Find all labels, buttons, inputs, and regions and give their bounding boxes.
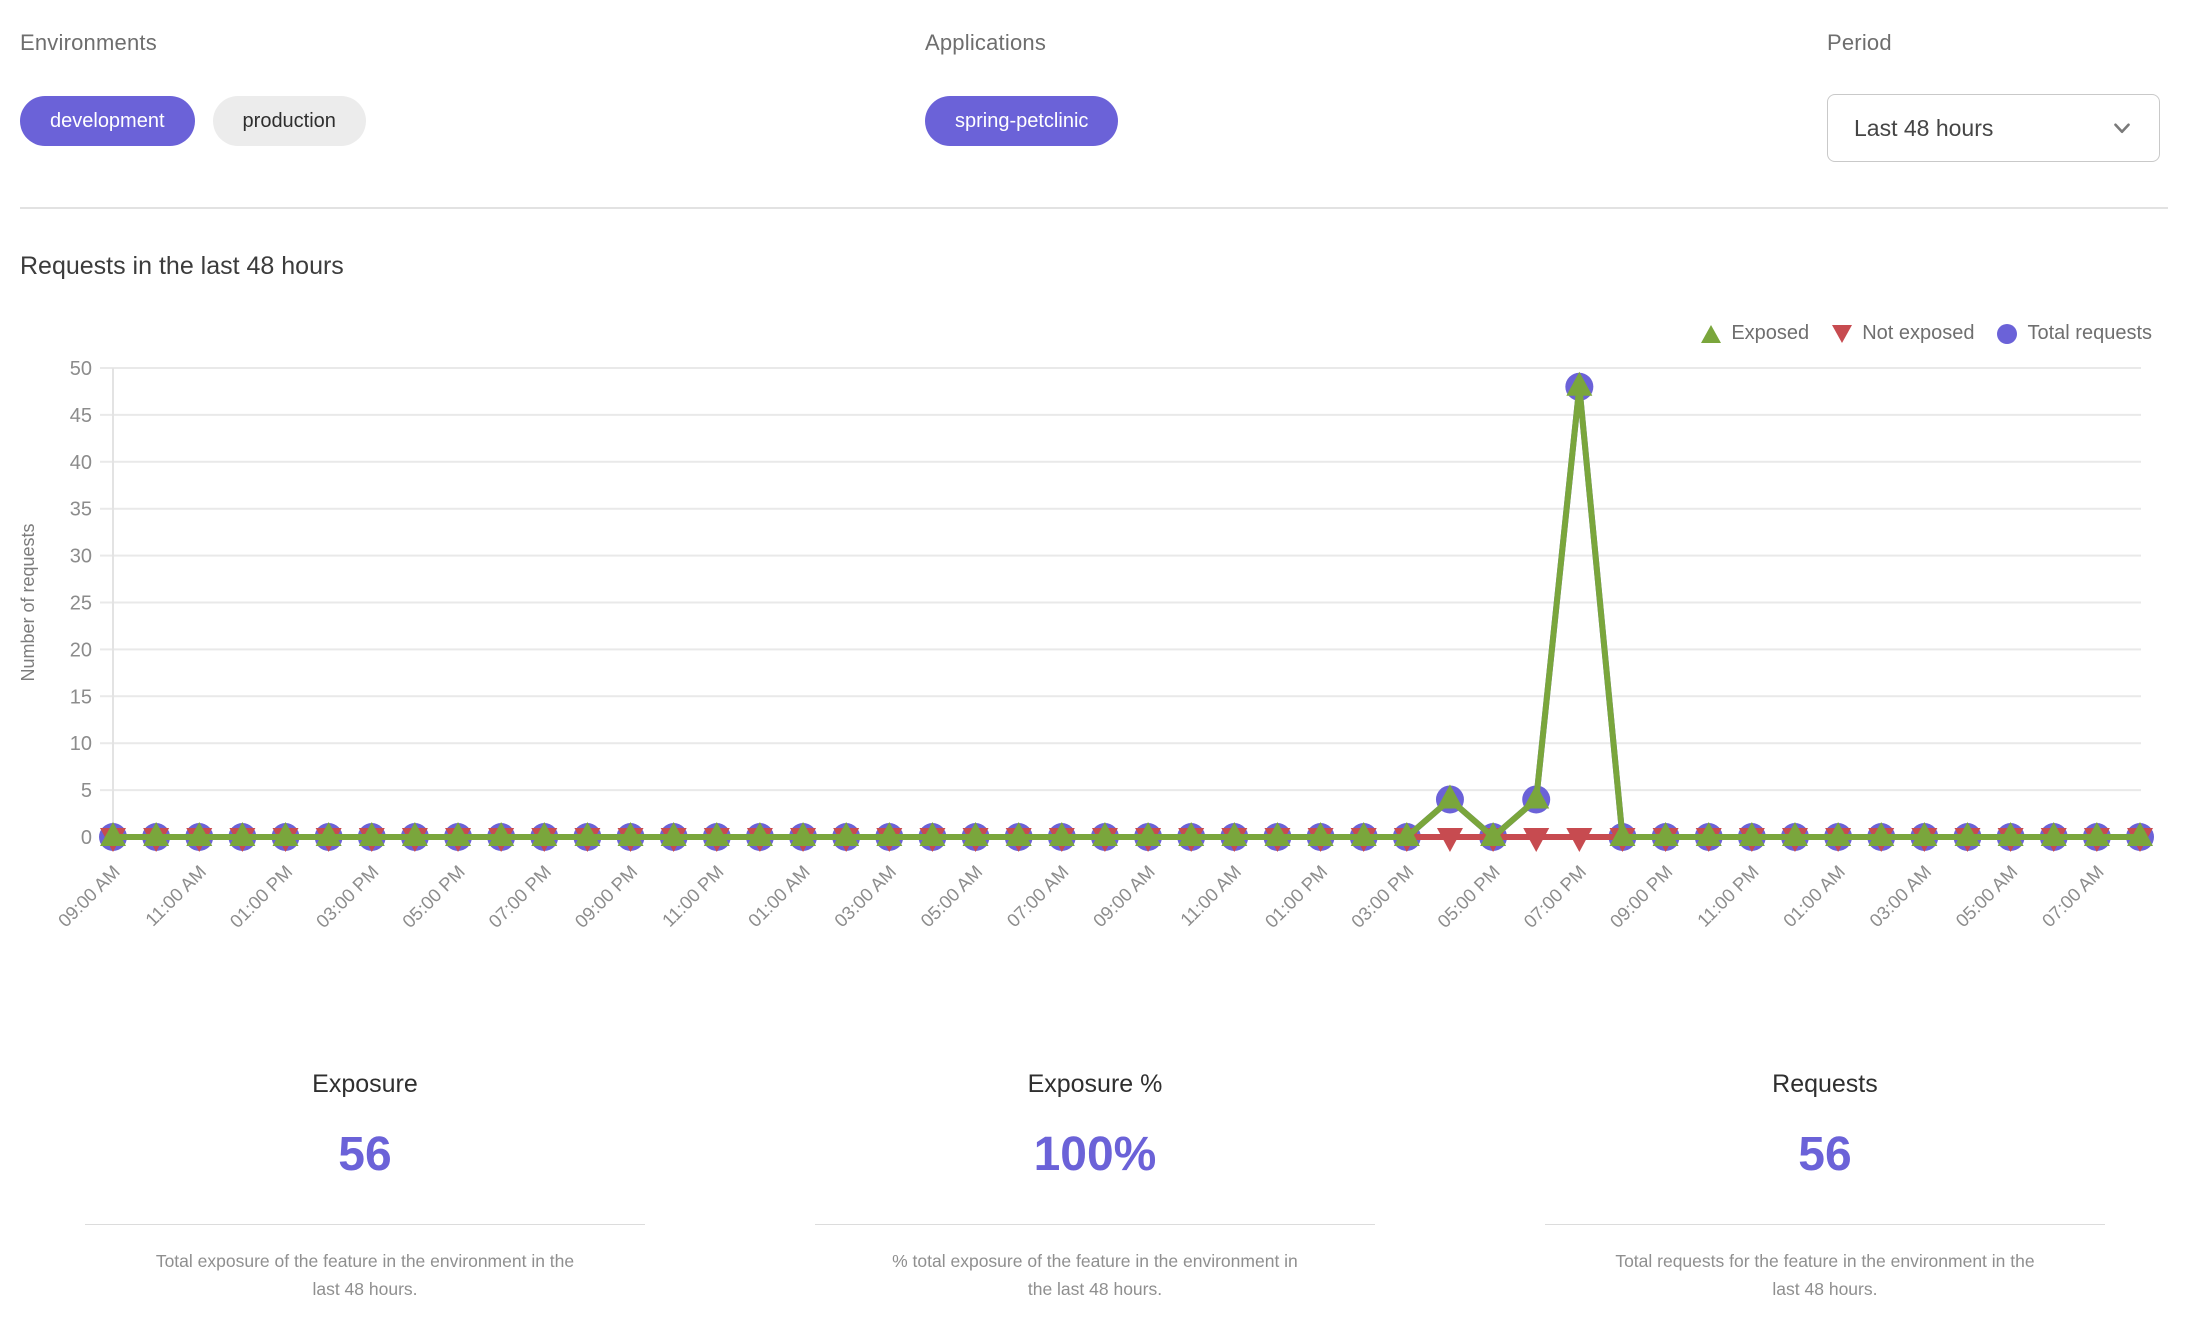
svg-text:09:00 AM: 09:00 AM xyxy=(1089,861,1159,931)
svg-text:07:00 PM: 07:00 PM xyxy=(1519,861,1590,932)
card-divider xyxy=(1545,1224,2105,1225)
svg-text:11:00 AM: 11:00 AM xyxy=(1176,861,1245,930)
applications-pill-group: spring-petclinic xyxy=(925,96,1118,146)
period-select[interactable]: Last 48 hours xyxy=(1827,94,2160,162)
svg-text:15: 15 xyxy=(70,686,92,708)
metrics-page: Environments development production Appl… xyxy=(0,0,2190,1340)
svg-text:20: 20 xyxy=(70,639,92,661)
svg-text:07:00 AM: 07:00 AM xyxy=(1003,861,1073,931)
svg-text:40: 40 xyxy=(70,452,92,474)
card-divider xyxy=(815,1224,1375,1225)
svg-text:10: 10 xyxy=(70,733,92,755)
svg-text:03:00 PM: 03:00 PM xyxy=(1347,861,1418,932)
y-axis-label: Number of requests xyxy=(18,523,38,681)
card-value: 56 xyxy=(1460,1127,2190,1182)
svg-text:35: 35 xyxy=(70,499,92,521)
card-requests: Requests 56 Total requests for the featu… xyxy=(1460,1058,2190,1303)
svg-text:09:00 AM: 09:00 AM xyxy=(54,861,124,931)
chart-grid: 0 5 10 15 20 25 30 35 40 45 50 xyxy=(70,358,2141,849)
svg-text:01:00 PM: 01:00 PM xyxy=(1261,861,1332,932)
svg-text:01:00 AM: 01:00 AM xyxy=(1779,861,1849,931)
card-description: Total exposure of the feature in the env… xyxy=(155,1247,575,1303)
svg-text:0: 0 xyxy=(81,827,92,849)
card-description: Total requests for the feature in the en… xyxy=(1615,1247,2035,1303)
chevron-down-icon xyxy=(2109,115,2135,141)
summary-cards: Exposure 56 Total exposure of the featur… xyxy=(0,1058,2190,1303)
svg-text:01:00 PM: 01:00 PM xyxy=(225,861,296,932)
x-axis-labels: 09:00 AM11:00 AM01:00 PM03:00 PM05:00 PM… xyxy=(54,861,2108,932)
card-value: 56 xyxy=(0,1127,730,1182)
svg-text:05:00 PM: 05:00 PM xyxy=(398,861,469,932)
card-value: 100% xyxy=(730,1127,1460,1182)
svg-text:45: 45 xyxy=(70,405,92,427)
environment-pill-production[interactable]: production xyxy=(213,96,366,146)
series-total-requests xyxy=(99,373,2154,851)
card-exposure: Exposure 56 Total exposure of the featur… xyxy=(0,1058,730,1303)
environments-label: Environments xyxy=(20,30,157,56)
card-title: Exposure % xyxy=(730,1070,1460,1099)
environments-pill-group: development production xyxy=(20,96,366,146)
svg-text:11:00 PM: 11:00 PM xyxy=(658,861,728,931)
svg-text:50: 50 xyxy=(70,358,92,380)
svg-text:03:00 PM: 03:00 PM xyxy=(312,861,383,932)
application-pill-spring-petclinic[interactable]: spring-petclinic xyxy=(925,96,1118,146)
svg-text:05:00 PM: 05:00 PM xyxy=(1433,861,1504,932)
card-divider xyxy=(85,1224,645,1225)
environment-pill-development[interactable]: development xyxy=(20,96,195,146)
svg-text:5: 5 xyxy=(81,780,92,802)
requests-line-chart: 0 5 10 15 20 25 30 35 40 45 50 Number of requests 09… xyxy=(0,340,2190,1000)
applications-label: Applications xyxy=(925,30,1046,56)
svg-text:03:00 AM: 03:00 AM xyxy=(830,861,900,931)
chart-title: Requests in the last 48 hours xyxy=(20,252,344,281)
svg-text:09:00 PM: 09:00 PM xyxy=(571,861,642,932)
card-title: Requests xyxy=(1460,1070,2190,1099)
svg-text:25: 25 xyxy=(70,593,92,615)
svg-text:11:00 PM: 11:00 PM xyxy=(1693,861,1763,931)
svg-text:30: 30 xyxy=(70,546,92,568)
card-description: % total exposure of the feature in the e… xyxy=(885,1247,1305,1303)
svg-text:07:00 PM: 07:00 PM xyxy=(484,861,555,932)
card-exposure-percent: Exposure % 100% % total exposure of the … xyxy=(730,1058,1460,1303)
chart-svg: 0 5 10 15 20 25 30 35 40 45 50 Number of requests 09… xyxy=(0,340,2190,1000)
period-label: Period xyxy=(1827,30,1892,56)
svg-text:03:00 AM: 03:00 AM xyxy=(1865,861,1935,931)
period-select-value: Last 48 hours xyxy=(1854,115,2109,142)
svg-text:01:00 AM: 01:00 AM xyxy=(744,861,814,931)
svg-text:05:00 AM: 05:00 AM xyxy=(1951,861,2021,931)
svg-text:05:00 AM: 05:00 AM xyxy=(916,861,986,931)
filters-divider xyxy=(20,207,2168,209)
svg-text:09:00 PM: 09:00 PM xyxy=(1606,861,1677,932)
svg-text:11:00 AM: 11:00 AM xyxy=(141,861,210,930)
card-title: Exposure xyxy=(0,1070,730,1099)
series-exposed xyxy=(100,372,2153,846)
svg-text:07:00 AM: 07:00 AM xyxy=(2038,861,2108,931)
